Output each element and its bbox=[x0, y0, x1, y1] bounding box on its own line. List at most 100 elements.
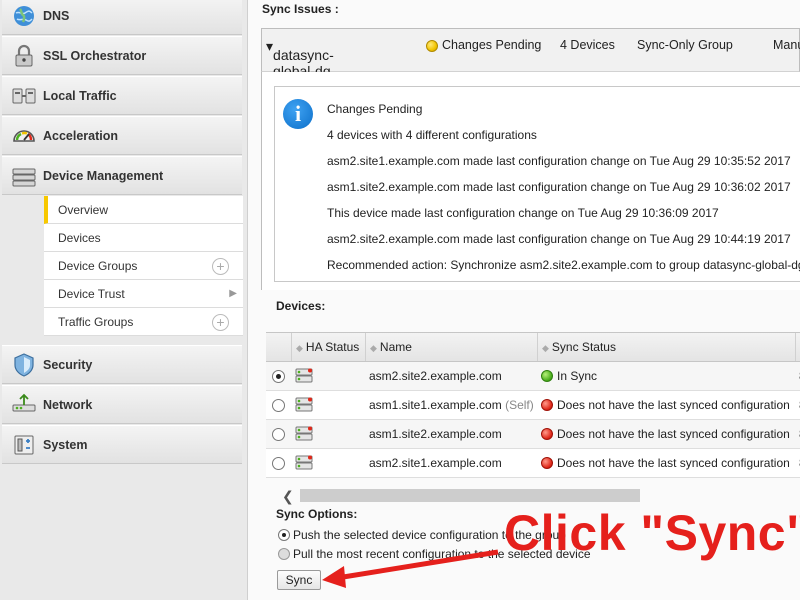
info-line: Changes Pending bbox=[327, 102, 423, 116]
ha-device-icon bbox=[295, 455, 313, 470]
column-header-sync-status[interactable]: ◆ Sync Status bbox=[537, 333, 795, 361]
devices-table: ◆ HA Status ◆ Name ◆ Sync Status asm2.site2… bbox=[266, 332, 800, 478]
column-header-more[interactable] bbox=[795, 333, 800, 361]
lock-icon bbox=[15, 44, 33, 67]
nav-ssl-orchestrator[interactable]: SSL Orchestrator bbox=[2, 36, 242, 75]
column-header-name[interactable]: ◆ Name bbox=[365, 333, 537, 361]
sidebar-item-devices[interactable]: Devices bbox=[44, 224, 243, 252]
page-title: Sync Issues : bbox=[262, 2, 339, 16]
sidebar-item-device-groups[interactable]: Device Groups + bbox=[44, 252, 243, 280]
sync-status-cell: In Sync bbox=[541, 362, 597, 390]
sidebar: DNS SSL Orchestrator Local Traffic Accel… bbox=[0, 0, 248, 600]
network-icon bbox=[12, 393, 36, 412]
info-line: Recommended action: Synchronize asm2.sit… bbox=[327, 258, 800, 272]
sidebar-item-device-trust[interactable]: Device Trust ▶ bbox=[44, 280, 243, 308]
row-select-radio[interactable] bbox=[272, 399, 285, 412]
group-name[interactable]: ▾ datasync-global-dg bbox=[266, 38, 334, 79]
info-line: asm2.site1.example.com made last configu… bbox=[327, 154, 791, 168]
nav-label-security: Security bbox=[43, 357, 93, 372]
scrollbar-thumb[interactable] bbox=[300, 489, 640, 502]
info-line: asm1.site2.example.com made last configu… bbox=[327, 180, 791, 194]
info-line: asm2.site2.example.com made last configu… bbox=[327, 232, 791, 246]
table-header: ◆ HA Status ◆ Name ◆ Sync Status bbox=[266, 333, 800, 362]
device-name-cell: asm2.site1.example.com bbox=[369, 449, 502, 477]
sync-status-icon bbox=[541, 457, 553, 469]
device-name: asm1.site1.example.com bbox=[369, 398, 502, 412]
local-traffic-icon bbox=[12, 88, 36, 104]
callout-annotation: Click "Sync" bbox=[504, 505, 800, 561]
sidebar-item-traffic-groups[interactable]: Traffic Groups + bbox=[44, 308, 243, 336]
device-name-cell: asm1.site2.example.com bbox=[369, 420, 502, 448]
group-device-count: 4 Devices bbox=[560, 38, 615, 52]
chevron-right-icon: ▶ bbox=[229, 288, 237, 299]
row-select-radio[interactable] bbox=[272, 370, 285, 383]
info-panel: i Changes Pending 4 devices with 4 diffe… bbox=[261, 72, 800, 290]
sidebar-item-label: Device Groups bbox=[58, 259, 138, 273]
device-name-cell: asm2.site2.example.com bbox=[369, 362, 502, 390]
nav-label-system: System bbox=[43, 437, 88, 452]
sync-status-text: Does not have the last synced configurat… bbox=[557, 427, 790, 441]
devices-heading: Devices: bbox=[276, 299, 326, 313]
table-row[interactable]: asm2.site1.example.com Does not have the … bbox=[266, 449, 800, 478]
nav-dns[interactable]: DNS bbox=[2, 0, 242, 35]
sidebar-item-label: Device Trust bbox=[58, 287, 125, 301]
sync-status-icon bbox=[541, 370, 553, 382]
nav-label-acceleration: Acceleration bbox=[43, 128, 119, 143]
device-management-submenu: Overview Devices Device Groups + Device T… bbox=[44, 196, 243, 336]
nav-security[interactable]: Security bbox=[2, 345, 242, 384]
table-row[interactable]: asm1.site2.example.com Does not have the … bbox=[266, 420, 800, 449]
table-body: asm2.site2.example.comIn Sync8asm1.site1… bbox=[266, 362, 800, 478]
nav-system[interactable]: System bbox=[2, 425, 242, 464]
shield-icon bbox=[14, 353, 34, 377]
nav-acceleration[interactable]: Acceleration bbox=[2, 116, 242, 155]
ha-device-icon bbox=[295, 397, 313, 412]
column-header-label: Sync Status bbox=[551, 340, 616, 354]
column-header-label: Name bbox=[379, 340, 412, 354]
nav-label-network: Network bbox=[43, 397, 93, 412]
info-icon: i bbox=[283, 99, 313, 129]
sidebar-item-label: Traffic Groups bbox=[58, 315, 134, 329]
sync-status-text: Does not have the last synced configurat… bbox=[557, 456, 790, 470]
nav-device-management[interactable]: Device Management bbox=[2, 156, 242, 195]
sidebar-item-label: Devices bbox=[58, 231, 101, 245]
table-row[interactable]: asm2.site2.example.comIn Sync8 bbox=[266, 362, 800, 391]
device-group-header[interactable]: ▾ datasync-global-dg Changes Pending 4 D… bbox=[261, 28, 800, 79]
nav-label-device-management: Device Management bbox=[43, 168, 164, 183]
nav-network[interactable]: Network bbox=[2, 385, 242, 424]
group-sync-mode: Manu bbox=[773, 38, 800, 52]
globe-icon bbox=[14, 6, 34, 26]
sort-icon: ◆ bbox=[542, 343, 549, 353]
nav-label-local-traffic: Local Traffic bbox=[43, 88, 117, 103]
device-name: asm1.site2.example.com bbox=[369, 427, 502, 441]
sync-status-cell: Does not have the last synced configurat… bbox=[541, 420, 790, 448]
push-radio[interactable] bbox=[278, 529, 290, 541]
gauge-icon bbox=[13, 130, 35, 142]
sort-icon: ◆ bbox=[296, 343, 303, 353]
sort-icon: ◆ bbox=[370, 343, 377, 353]
row-select-radio[interactable] bbox=[272, 428, 285, 441]
column-header-label: HA Status bbox=[305, 340, 360, 354]
sync-status-cell: Does not have the last synced configurat… bbox=[541, 449, 790, 477]
add-icon[interactable]: + bbox=[212, 258, 229, 275]
system-icon bbox=[14, 435, 34, 455]
pull-radio[interactable] bbox=[278, 548, 290, 560]
sync-status-text: Does not have the last synced configurat… bbox=[557, 398, 790, 412]
group-type: Sync-Only Group bbox=[637, 38, 733, 52]
column-header-ha-status[interactable]: ◆ HA Status bbox=[291, 333, 365, 361]
horizontal-scrollbar[interactable]: ❮ bbox=[276, 488, 800, 504]
device-name-cell: asm1.site1.example.com (Self) bbox=[369, 391, 534, 419]
ha-device-icon bbox=[295, 426, 313, 441]
table-row[interactable]: asm1.site1.example.com (Self) Does not ha… bbox=[266, 391, 800, 420]
sync-button[interactable]: Sync bbox=[277, 570, 321, 590]
row-select-radio[interactable] bbox=[272, 457, 285, 470]
nav-label-dns: DNS bbox=[43, 8, 70, 23]
info-message-box: i Changes Pending 4 devices with 4 diffe… bbox=[274, 86, 800, 282]
device-name: asm2.site1.example.com bbox=[369, 456, 502, 470]
sync-status-icon bbox=[541, 399, 553, 411]
scroll-left-icon[interactable]: ❮ bbox=[282, 488, 294, 504]
sidebar-item-label: Overview bbox=[58, 203, 109, 217]
self-tag: (Self) bbox=[505, 398, 534, 412]
nav-local-traffic[interactable]: Local Traffic bbox=[2, 76, 242, 115]
sidebar-item-overview[interactable]: Overview bbox=[44, 196, 243, 224]
add-icon[interactable]: + bbox=[212, 314, 229, 331]
